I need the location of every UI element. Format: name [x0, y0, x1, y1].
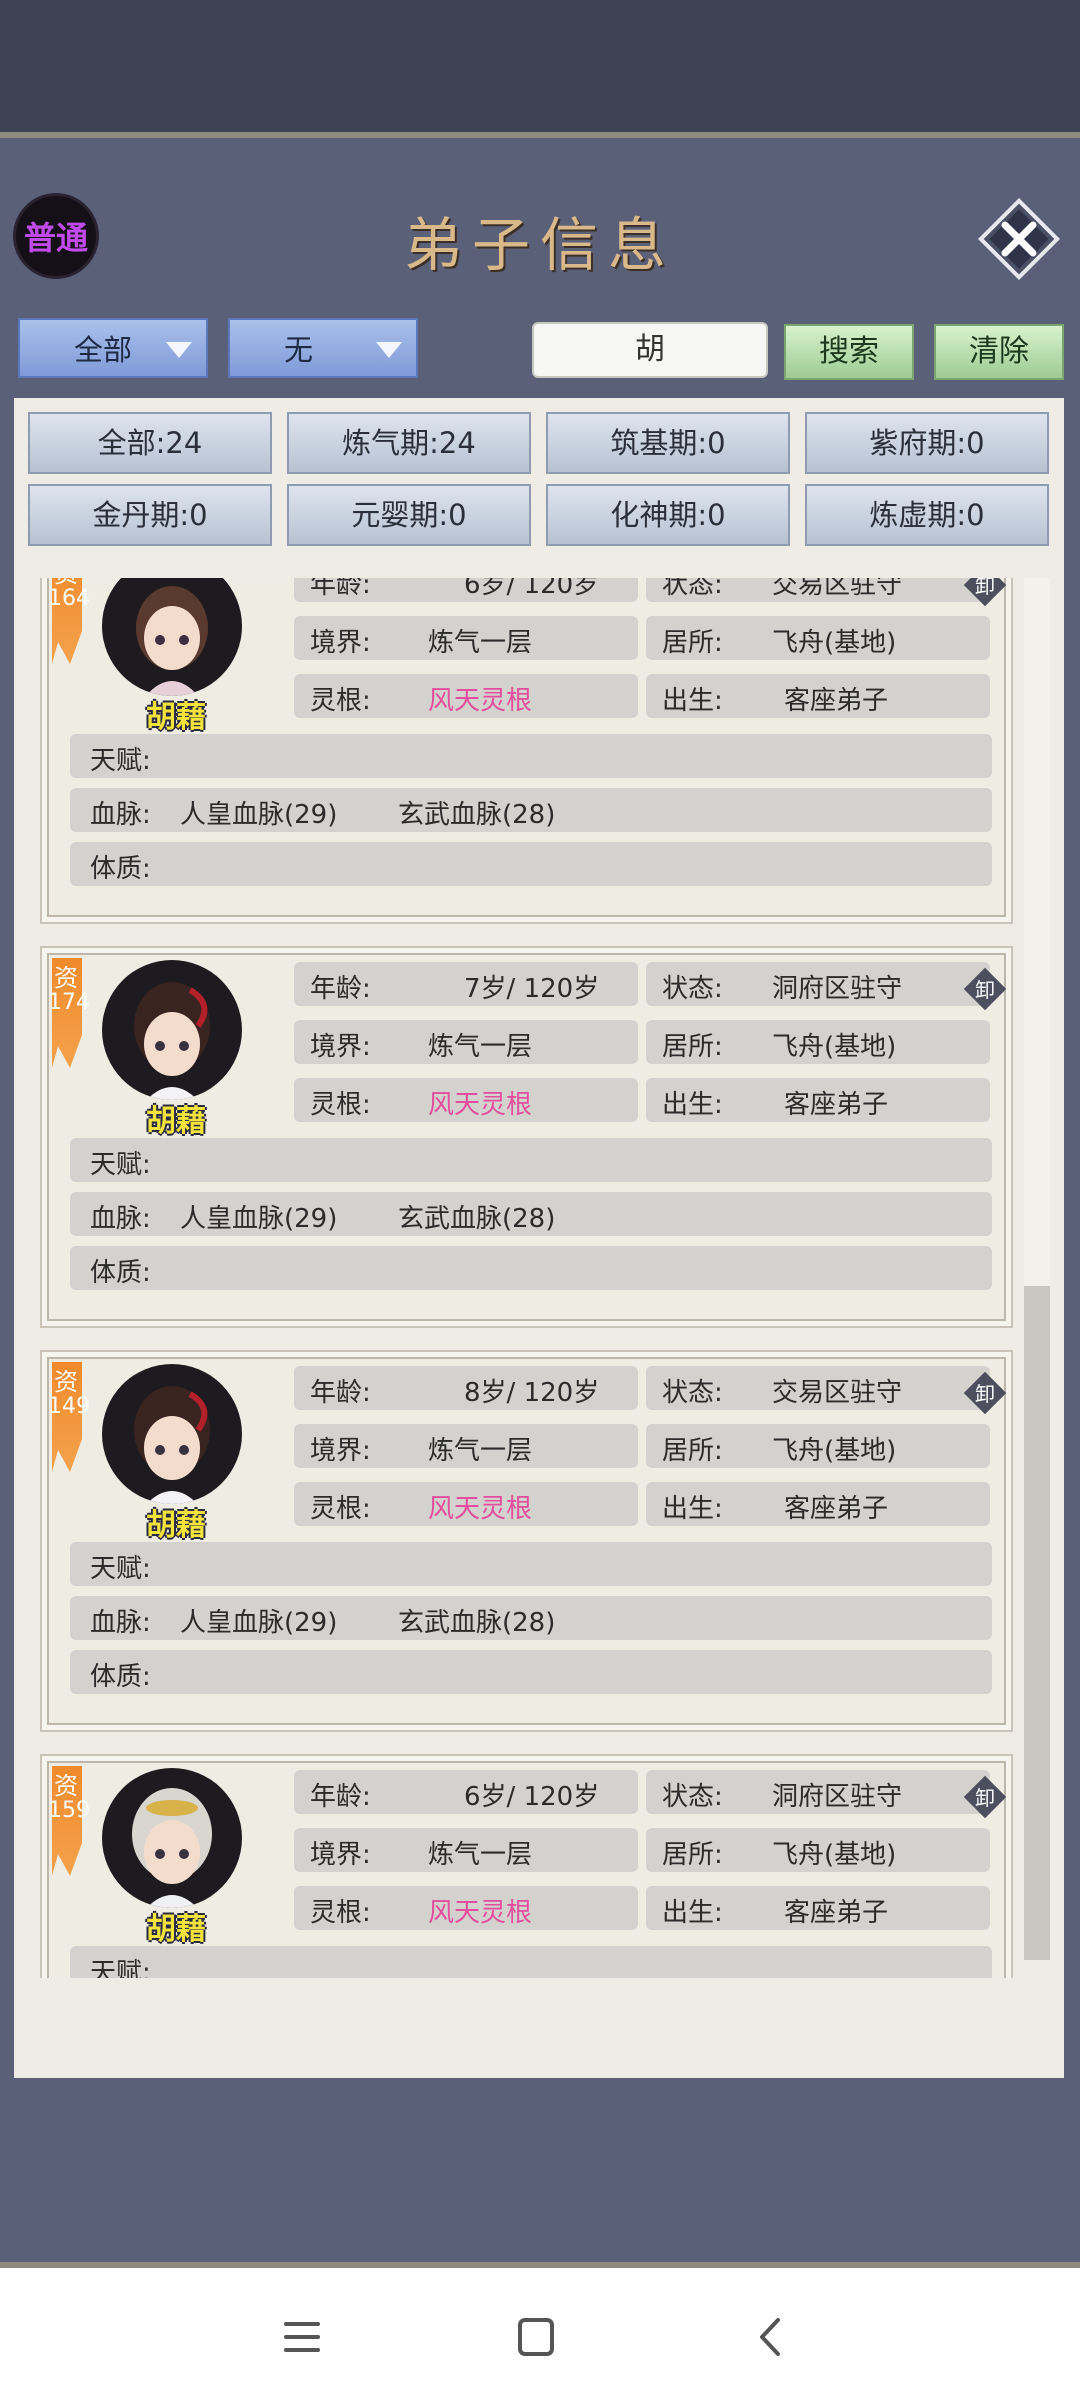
- physique-field: 体质:: [70, 1650, 992, 1694]
- top-status-area: [0, 0, 1080, 138]
- disciple-name: 胡藉: [146, 1508, 206, 1543]
- tier-filter-purple-mansion[interactable]: 紫府期:0: [805, 412, 1049, 474]
- residence-field: 居所: 飞舟(基地): [646, 1828, 990, 1872]
- aptitude-value: 174: [48, 990, 90, 1015]
- disciple-name: 胡藉: [146, 1912, 206, 1947]
- dismiss-label: 卸: [975, 978, 995, 1002]
- birth-field: 出生: 客座弟子: [646, 674, 990, 718]
- aptitude-value: 159: [48, 1798, 90, 1823]
- talent-field: 天赋:: [70, 734, 992, 778]
- talent-field: 天赋:: [70, 1542, 992, 1586]
- disciple-card[interactable]: 资 149 胡藉 年龄: 8岁/ 120岁 状态: 交易区驻守 境界: 炼气一层 居所…: [40, 1350, 1013, 1732]
- search-input[interactable]: 胡: [532, 322, 768, 378]
- physique-field: 体质:: [70, 842, 992, 886]
- dismiss-icon[interactable]: 卸: [962, 578, 1008, 608]
- menu-icon[interactable]: [272, 2312, 332, 2362]
- talent-field: 天赋:: [70, 1946, 992, 1978]
- tier-filter-foundation[interactable]: 筑基期:0: [546, 412, 790, 474]
- close-icon[interactable]: [978, 198, 1060, 280]
- disciple-name: 胡藉: [146, 1104, 206, 1139]
- realm-field: 境界: 炼气一层: [294, 1424, 638, 1468]
- scrollbar-thumb[interactable]: [1024, 1286, 1050, 1960]
- age-field: 年龄: 6岁/ 120岁: [294, 578, 638, 602]
- aptitude-label: 资: [54, 1368, 78, 1396]
- aptitude-label: 资: [54, 1772, 78, 1800]
- chevron-down-icon: [376, 342, 402, 358]
- talent-field: 天赋:: [70, 1138, 992, 1182]
- realm-field: 境界: 炼气一层: [294, 616, 638, 660]
- spirit-root-field: 灵根: 风天灵根: [294, 1886, 638, 1930]
- disciple-card[interactable]: 资 174 胡藉 年龄: 7岁/ 120岁 状态: 洞府区驻守 境界: 炼气一层 居所…: [40, 946, 1013, 1328]
- dismiss-icon[interactable]: 卸: [962, 1370, 1008, 1416]
- status-field: 状态: 交易区驻守: [646, 578, 990, 602]
- spirit-root-field: 灵根: 风天灵根: [294, 674, 638, 718]
- status-field: 状态: 洞府区驻守: [646, 962, 990, 1006]
- bloodline-field: 血脉: 人皇血脉(29) 玄武血脉(28): [70, 1192, 992, 1236]
- spirit-root-field: 灵根: 风天灵根: [294, 1078, 638, 1122]
- physique-field: 体质:: [70, 1246, 992, 1290]
- page-title: 弟子信息: [403, 211, 676, 279]
- clear-button[interactable]: 清除: [934, 324, 1064, 380]
- birth-field: 出生: 客座弟子: [646, 1078, 990, 1122]
- chevron-down-icon: [166, 342, 192, 358]
- system-nav-bar: [0, 2268, 1080, 2400]
- dismiss-icon[interactable]: 卸: [962, 966, 1008, 1012]
- home-icon[interactable]: [506, 2312, 566, 2362]
- disciple-card[interactable]: 资 159 胡藉 年龄: 6岁/ 120岁 状态: 洞府区驻守 境界: 炼气一层 居所…: [40, 1754, 1013, 1978]
- birth-field: 出生: 客座弟子: [646, 1886, 990, 1930]
- status-field: 状态: 交易区驻守: [646, 1366, 990, 1410]
- dismiss-icon[interactable]: 卸: [962, 1774, 1008, 1820]
- avatar[interactable]: [102, 1364, 242, 1504]
- bloodline-field: 血脉: 人皇血脉(29) 玄武血脉(28): [70, 1596, 992, 1640]
- dismiss-label: 卸: [975, 578, 995, 598]
- aptitude-label: 资: [54, 964, 78, 992]
- residence-field: 居所: 飞舟(基地): [646, 1020, 990, 1064]
- realm-field: 境界: 炼气一层: [294, 1828, 638, 1872]
- bloodline-field: 血脉: 人皇血脉(29) 玄武血脉(28): [70, 788, 992, 832]
- residence-field: 居所: 飞舟(基地): [646, 616, 990, 660]
- realm-field: 境界: 炼气一层: [294, 1020, 638, 1064]
- avatar[interactable]: [102, 1768, 242, 1908]
- status-field: 状态: 洞府区驻守: [646, 1770, 990, 1814]
- residence-field: 居所: 飞舟(基地): [646, 1424, 990, 1468]
- aptitude-value: 149: [48, 1394, 90, 1419]
- dismiss-label: 卸: [975, 1382, 995, 1406]
- avatar[interactable]: [102, 578, 242, 696]
- spirit-root-field: 灵根: 风天灵根: [294, 1482, 638, 1526]
- tier-filter-golden-core[interactable]: 金丹期:0: [28, 484, 272, 546]
- age-field: 年龄: 6岁/ 120岁: [294, 1770, 638, 1814]
- search-button[interactable]: 搜索: [784, 324, 914, 380]
- filter-dropdown-none[interactable]: 无: [228, 318, 418, 378]
- tier-filter-void-refining[interactable]: 炼虚期:0: [805, 484, 1049, 546]
- dismiss-label: 卸: [975, 1786, 995, 1810]
- disciple-name: 胡藉: [146, 700, 206, 735]
- disciple-list[interactable]: 资 164 胡藉 年龄:6岁/ 120岁 状态:交易区驻守 境界:炼气一层 居所…: [40, 578, 1015, 1978]
- tier-filter-qi-refining[interactable]: 炼气期:24: [287, 412, 531, 474]
- back-icon[interactable]: [740, 2312, 800, 2362]
- birth-field: 出生: 客座弟子: [646, 1482, 990, 1526]
- filter-dropdown-all[interactable]: 全部: [18, 318, 208, 378]
- aptitude-value: 164: [48, 586, 90, 611]
- disciple-card[interactable]: 资 164 胡藉 年龄:6岁/ 120岁 状态:交易区驻守 境界:炼气一层 居所…: [40, 578, 1013, 924]
- tier-filter-all[interactable]: 全部:24: [28, 412, 272, 474]
- tier-filter-spirit-severing[interactable]: 化神期:0: [546, 484, 790, 546]
- age-field: 年龄: 7岁/ 120岁: [294, 962, 638, 1006]
- age-field: 年龄: 8岁/ 120岁: [294, 1366, 638, 1410]
- tier-filter-nascent-soul[interactable]: 元婴期:0: [287, 484, 531, 546]
- avatar[interactable]: [102, 960, 242, 1100]
